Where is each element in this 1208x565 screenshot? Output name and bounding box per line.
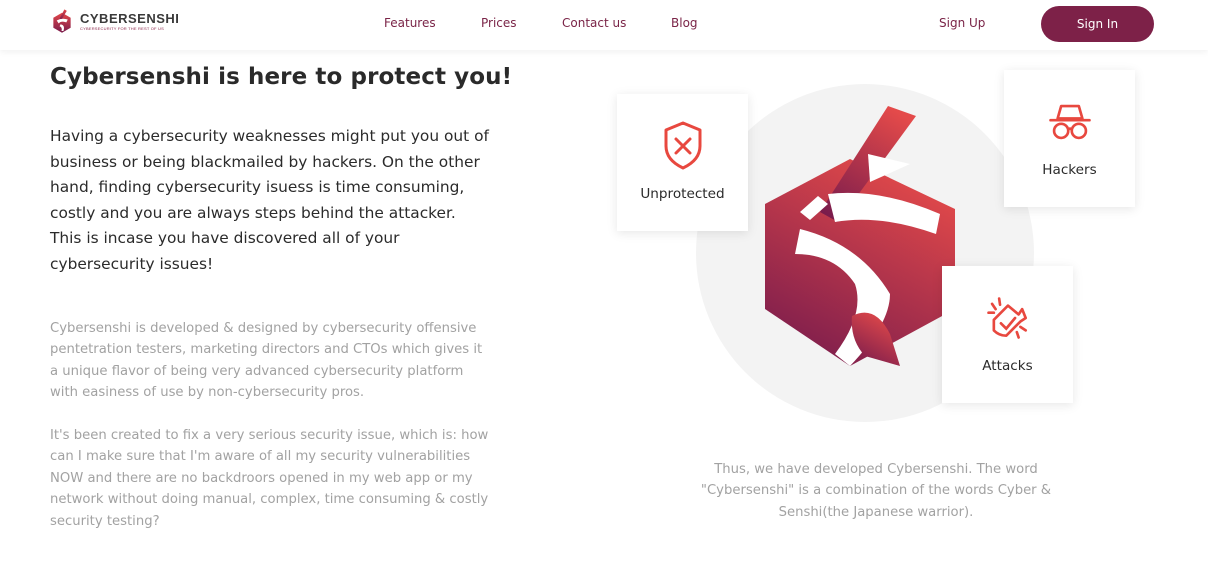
shield-x-icon bbox=[664, 121, 701, 170]
nav-link-prices[interactable]: Prices bbox=[481, 16, 517, 30]
brand-name: CYBERSENSHI bbox=[80, 11, 180, 26]
caption-paragraph: Thus, we have developed Cybersenshi. The… bbox=[700, 462, 1052, 520]
card-hackers: Hackers bbox=[1004, 70, 1135, 207]
page-title: Cybersenshi is here to protect you! bbox=[50, 64, 513, 90]
card-unprotected: Unprotected bbox=[617, 94, 748, 231]
lead-paragraph: Having a cybersecurity weaknesses might … bbox=[50, 127, 489, 273]
card-label-hackers: Hackers bbox=[1042, 162, 1097, 178]
cybersenshi-logo-icon bbox=[53, 9, 71, 33]
sign-in-button[interactable]: Sign In bbox=[1041, 6, 1154, 42]
top-navbar: CYBERSENSHI CYBERSECURITY FOR THE REST O… bbox=[0, 0, 1208, 50]
sign-up-link[interactable]: Sign Up bbox=[939, 16, 985, 30]
nav-link-blog[interactable]: Blog bbox=[671, 16, 698, 30]
nav-link-features[interactable]: Features bbox=[384, 16, 436, 30]
explosion-attack-icon bbox=[986, 297, 1027, 339]
nav-link-contact[interactable]: Contact us bbox=[562, 16, 626, 30]
about-paragraph: Cybersenshi is developed & designed by c… bbox=[50, 321, 483, 401]
brand-logo[interactable]: CYBERSENSHI CYBERSECURITY FOR THE REST O… bbox=[50, 8, 179, 36]
hacker-spy-icon bbox=[1048, 104, 1091, 140]
card-label-unprotected: Unprotected bbox=[640, 186, 725, 202]
card-label-attacks: Attacks bbox=[982, 358, 1033, 374]
brand-tagline: CYBERSECURITY FOR THE REST OF US bbox=[80, 26, 164, 31]
card-attacks: Attacks bbox=[942, 266, 1073, 403]
problem-paragraph: It's been created to fix a very serious … bbox=[50, 428, 489, 529]
